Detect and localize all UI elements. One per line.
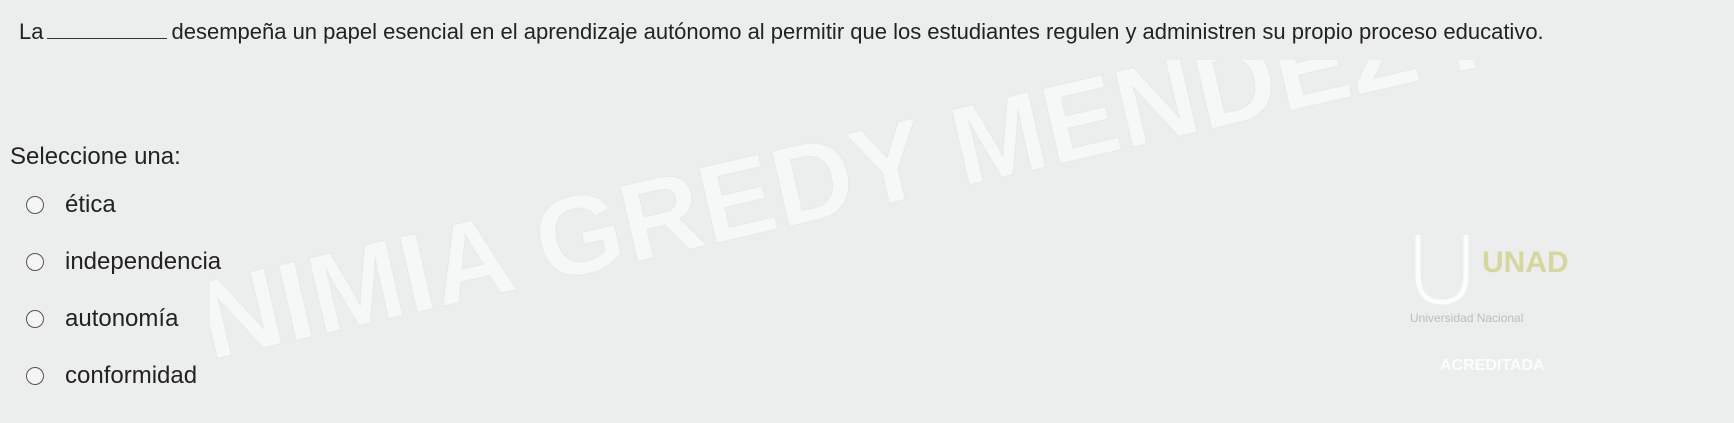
answer-blank	[47, 16, 168, 39]
option-conformidad[interactable]: conformidad	[26, 361, 221, 391]
logo-badge: ACREDITADA	[1440, 357, 1545, 374]
option-label: conformidad	[65, 362, 198, 389]
option-etica[interactable]: ética	[26, 190, 221, 220]
question-prefix: La	[19, 19, 44, 44]
select-one-prompt: Seleccione una:	[10, 143, 181, 170]
watermark-text: NIMIA GREDY MENDEZ RENUMA	[210, 60, 1560, 383]
unad-logo: UNAD Universidad Nacional ACREDITADA	[1410, 235, 1569, 374]
radio-button[interactable]	[26, 310, 44, 328]
option-label: autonomía	[65, 305, 179, 332]
radio-button[interactable]	[26, 367, 44, 385]
name-watermark: NIMIA GREDY MENDEZ RENUMA	[210, 60, 1560, 384]
question-suffix: desempeña un papel esencial en el aprend…	[171, 19, 1544, 44]
option-independencia[interactable]: independencia	[26, 247, 221, 277]
answer-options: ética independencia autonomía conformida…	[26, 190, 221, 418]
radio-button[interactable]	[26, 253, 44, 271]
option-label: independencia	[65, 248, 222, 275]
logo-subtitle: Universidad Nacional	[1410, 311, 1523, 325]
logo-name: UNAD	[1482, 246, 1569, 279]
question-text: La desempeña un papel esencial en el apre…	[19, 16, 1719, 47]
radio-button[interactable]	[26, 196, 44, 214]
option-label: ética	[65, 191, 116, 218]
option-autonomia[interactable]: autonomía	[26, 304, 221, 334]
